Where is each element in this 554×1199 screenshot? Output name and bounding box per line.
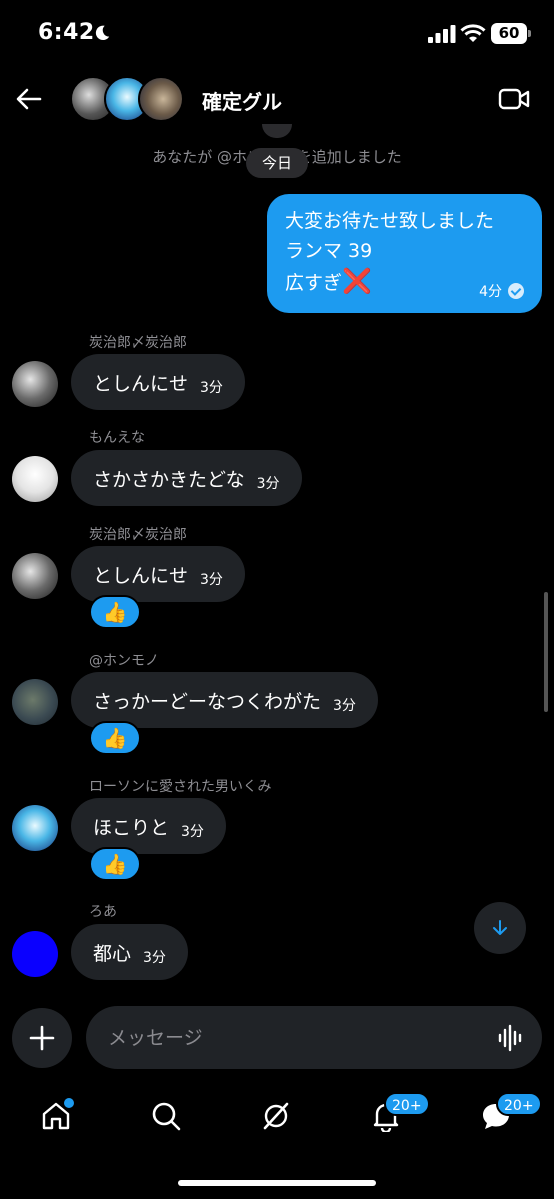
scroll-to-bottom-button[interactable]: [474, 902, 526, 954]
thumbs-up-reaction[interactable]: 👍: [89, 595, 141, 629]
avatar: [138, 76, 184, 122]
arrow-down-icon: [493, 920, 507, 935]
group-title[interactable]: 確定グル: [202, 86, 282, 115]
message-bubble[interactable]: さっかーどーなつくわがた 3分: [71, 672, 378, 728]
message-time: 3分: [200, 572, 223, 588]
sent-line-text: 広すぎ: [285, 272, 343, 294]
home-indicator[interactable]: [178, 1180, 376, 1186]
back-arrow-icon[interactable]: [14, 84, 44, 114]
avatar[interactable]: [12, 931, 58, 977]
plus-icon: [29, 1025, 55, 1051]
message-time: 3分: [333, 698, 356, 714]
avatar[interactable]: [12, 361, 58, 407]
notifications-badge: 20+: [384, 1092, 430, 1116]
sent-message-bubble[interactable]: 大変お待たせ致しました ランマ 39 広すぎ❌ 4分: [267, 194, 542, 313]
sender-name: 炭治郎〆炭治郎: [89, 527, 187, 543]
message-text: ほこりと: [93, 816, 170, 839]
message-time: 3分: [256, 476, 280, 492]
sender-name: ろあ: [89, 904, 117, 920]
message-text: としんにせ: [93, 564, 189, 587]
thumbs-up-reaction[interactable]: 👍: [89, 847, 141, 881]
sender-name: ローソンに愛された男いくみ: [89, 779, 272, 795]
wifi-icon: [460, 24, 486, 42]
avatar[interactable]: [12, 553, 58, 599]
sent-timestamp: 4分: [479, 281, 524, 301]
message-text: さっかーどーなつくわがた: [93, 690, 322, 713]
previous-avatar-fragment: [262, 124, 292, 138]
message-input[interactable]: [86, 1006, 542, 1069]
message-bubble[interactable]: としんにせ 3分: [71, 546, 245, 602]
add-attachment-button[interactable]: [12, 1008, 72, 1068]
battery-indicator: 60: [491, 23, 527, 44]
red-x-emoji: ❌: [342, 267, 372, 295]
sent-time-text: 4分: [479, 284, 502, 300]
moon-icon: [95, 25, 110, 41]
message-text: さかさかきたどな: [93, 468, 245, 491]
read-check-icon: [508, 283, 524, 299]
grok-icon: [263, 1102, 289, 1130]
message-bubble[interactable]: 都心 3分: [71, 924, 188, 980]
message-time: 3分: [200, 380, 223, 396]
messages-badge: 20+: [496, 1092, 542, 1116]
nav-search[interactable]: [136, 1086, 196, 1146]
status-time: 6:42: [38, 20, 95, 45]
status-bar: 6:42 60: [0, 0, 554, 70]
message-bubble[interactable]: としんにせ 3分: [71, 354, 245, 410]
avatar[interactable]: [12, 456, 58, 502]
video-call-icon[interactable]: [498, 86, 530, 112]
battery-tip: [528, 30, 531, 37]
voice-message-icon[interactable]: [497, 1024, 525, 1052]
message-time: 3分: [181, 824, 204, 840]
home-unread-dot: [64, 1098, 74, 1108]
day-separator: 今日: [246, 148, 308, 178]
sent-line: 大変お待たせ致しました: [285, 210, 495, 232]
message-time: 3分: [143, 950, 166, 966]
avatar[interactable]: [12, 679, 58, 725]
group-avatars[interactable]: [70, 76, 190, 124]
sent-line: ランマ 39: [285, 240, 373, 262]
thumbs-up-reaction[interactable]: 👍: [89, 721, 141, 755]
avatar[interactable]: [12, 805, 58, 851]
sender-name: もんえな: [89, 430, 145, 446]
conversation-header: 確定グル: [0, 70, 554, 130]
nav-grok[interactable]: [246, 1086, 306, 1146]
sender-name: @ホンモノ: [89, 653, 159, 669]
sender-name: 炭治郎〆炭治郎: [89, 335, 187, 351]
scrollbar[interactable]: [544, 592, 548, 712]
signal-icon: [428, 25, 456, 43]
nav-home[interactable]: [26, 1086, 86, 1146]
search-icon: [152, 1102, 181, 1131]
message-bubble[interactable]: ほこりと 3分: [71, 798, 226, 854]
message-text: 都心: [93, 942, 132, 965]
message-bubble[interactable]: さかさかきたどな 3分: [71, 450, 302, 506]
message-text: としんにせ: [93, 372, 189, 395]
bottom-navigation: 20+ 20+: [0, 1086, 554, 1146]
